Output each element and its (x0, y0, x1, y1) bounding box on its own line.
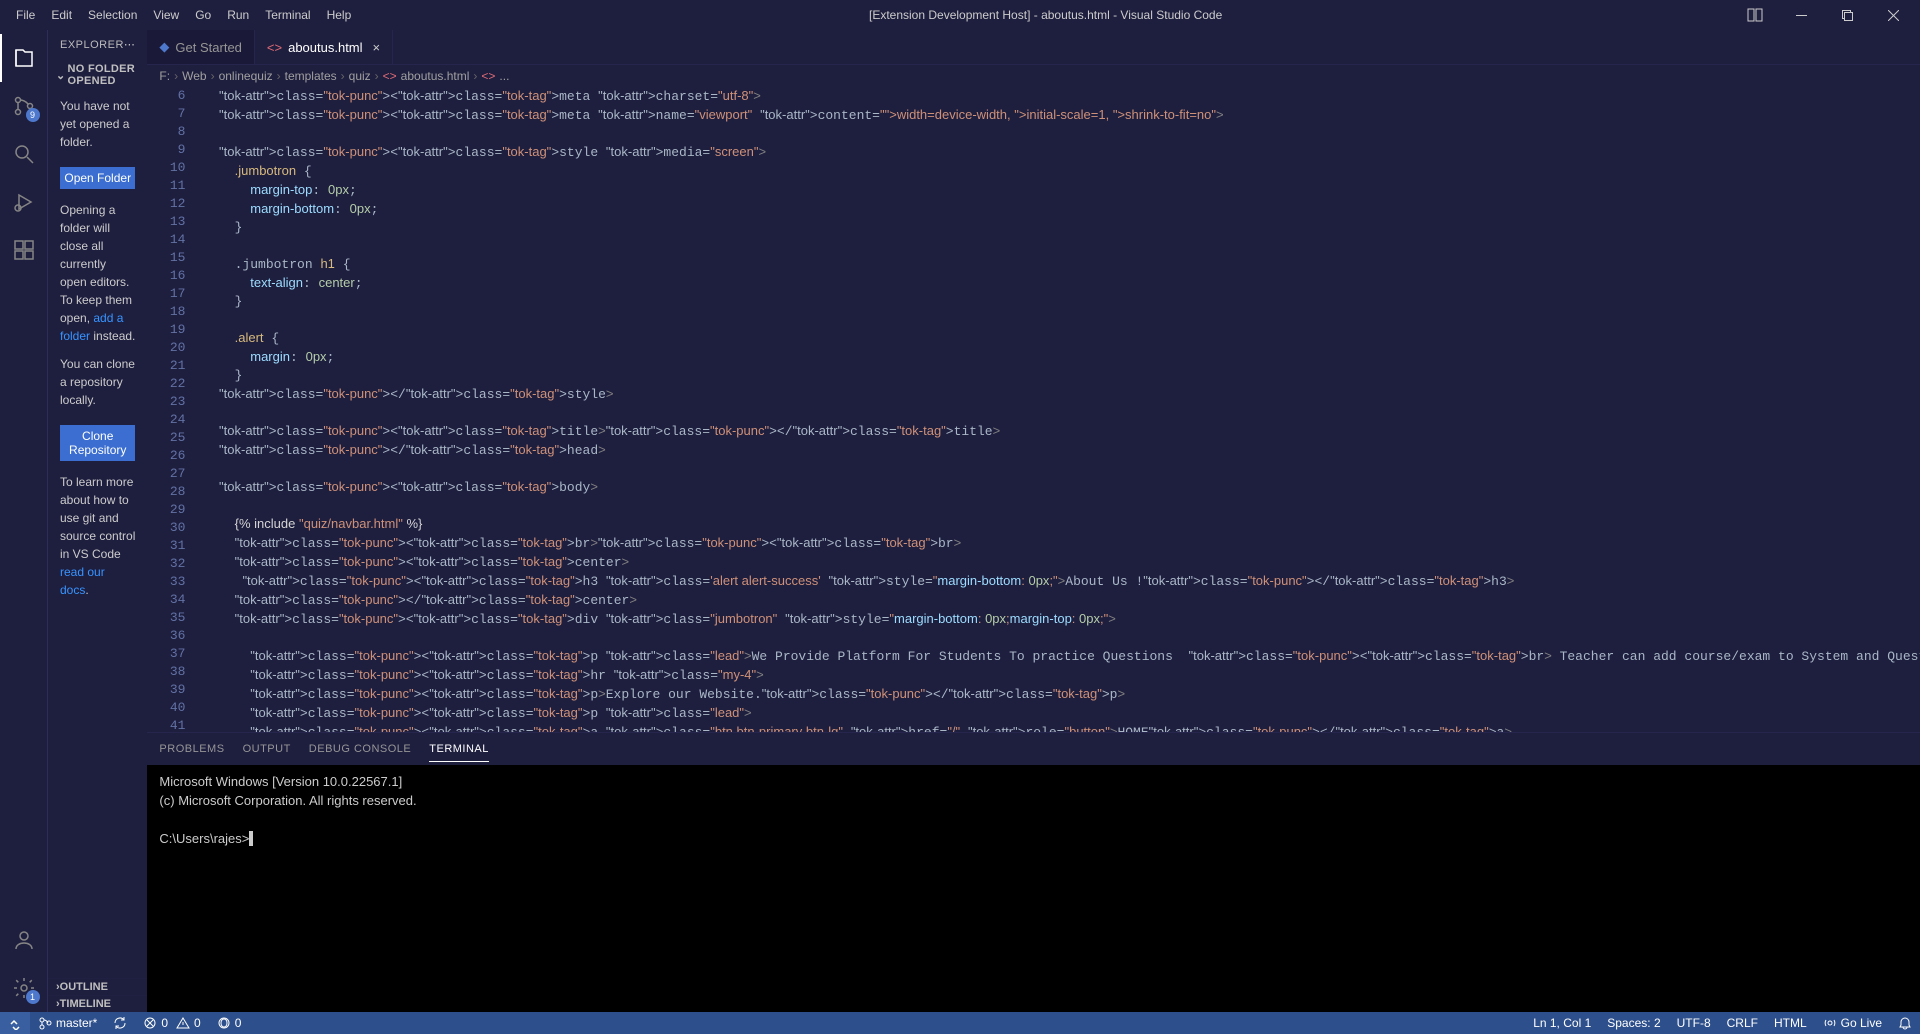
tab-aboutus[interactable]: <> aboutus.html × (255, 30, 393, 64)
html-file-icon: <> (267, 40, 282, 55)
activity-bar: 9 1 (0, 30, 48, 1012)
menu-terminal[interactable]: Terminal (257, 2, 318, 28)
menu-go[interactable]: Go (187, 2, 219, 28)
html-file-icon: <> (383, 69, 397, 83)
msg-learn-git: To learn more about how to use git and s… (60, 473, 135, 599)
editor-tabs: ◆ Get Started <> aboutus.html × ⋯ (147, 30, 1920, 65)
panel-tab-problems[interactable]: PROBLEMS (159, 737, 224, 761)
panel-tab-terminal[interactable]: TERMINAL (429, 737, 489, 762)
close-button[interactable] (1870, 0, 1916, 30)
vscode-icon: ◆ (159, 39, 169, 55)
sc-badge: 9 (26, 108, 40, 122)
code-content[interactable]: "tok-attr">class="tok-punc"><"tok-attr">… (203, 87, 1920, 732)
terminal-body[interactable]: Microsoft Windows [Version 10.0.22567.1]… (147, 765, 1920, 1012)
search-icon[interactable] (0, 130, 48, 178)
sidebar-title: EXPLORER (60, 39, 124, 51)
titlebar: File Edit Selection View Go Run Terminal… (0, 0, 1920, 30)
panel-tab-debug[interactable]: DEBUG CONSOLE (309, 737, 411, 761)
panel: PROBLEMS OUTPUT DEBUG CONSOLE TERMINAL ▣… (147, 732, 1920, 1012)
line-gutter: 6789101112131415161718192021222324252627… (147, 87, 203, 732)
maximize-button[interactable] (1824, 0, 1870, 30)
menu-help[interactable]: Help (319, 2, 360, 28)
menu-selection[interactable]: Selection (80, 2, 145, 28)
section-no-folder[interactable]: ⌄NO FOLDER OPENED (48, 59, 147, 91)
html-file-icon: <> (481, 69, 495, 83)
source-control-icon[interactable]: 9 (0, 82, 48, 130)
tab-close-icon[interactable]: × (369, 40, 381, 55)
msg-clone: You can clone a repository locally. (60, 355, 135, 409)
account-icon[interactable] (0, 916, 48, 964)
breadcrumbs[interactable]: F:› Web› onlinequiz› templates› quiz› <>… (147, 65, 1920, 87)
side-panel: EXPLORER ⋯ ⌄NO FOLDER OPENED You have no… (48, 30, 147, 1012)
extensions-icon[interactable] (0, 226, 48, 274)
read-docs-link[interactable]: read our docs (60, 565, 105, 597)
msg-no-folder: You have not yet opened a folder. (60, 97, 135, 151)
open-folder-button[interactable]: Open Folder (60, 167, 135, 189)
explorer-icon[interactable] (0, 34, 48, 82)
run-debug-icon[interactable] (0, 178, 48, 226)
section-timeline[interactable]: ›TIMELINE (48, 995, 147, 1012)
tab-get-started[interactable]: ◆ Get Started (147, 30, 254, 64)
panel-tab-output[interactable]: OUTPUT (243, 737, 291, 761)
clone-repo-button[interactable]: Clone Repository (60, 425, 135, 461)
editor-body[interactable]: 6789101112131415161718192021222324252627… (147, 87, 1920, 732)
window-title: [Extension Development Host] - aboutus.h… (359, 8, 1732, 22)
menu-bar: File Edit Selection View Go Run Terminal… (0, 2, 359, 28)
menu-run[interactable]: Run (219, 2, 257, 28)
sidebar-more-icon[interactable]: ⋯ (124, 38, 136, 51)
settings-gear-icon[interactable]: 1 (0, 964, 48, 1012)
editor-area: ◆ Get Started <> aboutus.html × ⋯ F:› We… (147, 30, 1920, 1012)
settings-badge: 1 (26, 990, 40, 1004)
section-outline[interactable]: ›OUTLINE (48, 978, 147, 995)
menu-view[interactable]: View (145, 2, 187, 28)
msg-open-warning: Opening a folder will close all currentl… (60, 201, 135, 345)
title-controls (1732, 0, 1920, 30)
minimize-button[interactable] (1778, 0, 1824, 30)
menu-file[interactable]: File (8, 2, 43, 28)
layout-icon[interactable] (1732, 0, 1778, 30)
menu-edit[interactable]: Edit (43, 2, 80, 28)
